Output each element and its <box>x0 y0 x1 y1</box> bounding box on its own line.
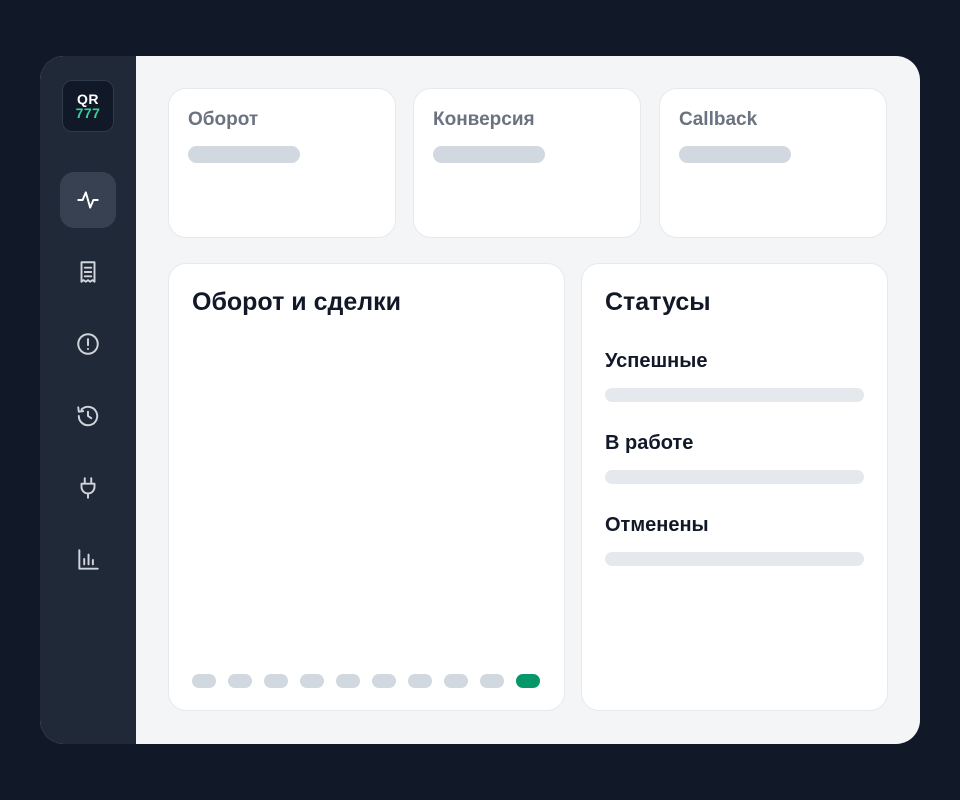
status-label-cancelled: Отменены <box>605 514 709 536</box>
pager-dot[interactable] <box>444 674 468 688</box>
sidebar-item-history[interactable] <box>60 388 116 444</box>
sidebar-item-alerts[interactable] <box>60 316 116 372</box>
sidebar: QR 777 <box>40 56 136 744</box>
chart-pager <box>192 674 540 688</box>
status-label-success: Успешные <box>605 350 708 372</box>
pager-dot[interactable] <box>336 674 360 688</box>
sidebar-item-integrations[interactable] <box>60 460 116 516</box>
sidebar-item-activity[interactable] <box>60 172 116 228</box>
turnover-deals-panel: Оборот и сделки <box>168 263 565 711</box>
plug-icon <box>80 477 96 499</box>
pager-dot[interactable] <box>192 674 216 688</box>
app-logo[interactable]: QR 777 <box>62 80 114 132</box>
pager-dot[interactable] <box>228 674 252 688</box>
sidebar-item-receipts[interactable] <box>60 244 116 300</box>
receipt-icon <box>80 261 96 283</box>
stat-card-callback: Callback <box>659 88 887 238</box>
app-window: QR 777 Оборот Конверсия Callback Оборот … <box>40 56 920 744</box>
pager-dot[interactable] <box>372 674 396 688</box>
pager-dot[interactable] <box>300 674 324 688</box>
logo-text-bottom: 777 <box>75 105 101 121</box>
pager-dot-active[interactable] <box>516 674 540 688</box>
alert-circle-icon <box>77 333 99 355</box>
dashboard-main: Оборот Конверсия Callback Оборот и сделк… <box>136 56 920 744</box>
stat-value-placeholder <box>679 146 791 163</box>
status-label-in-progress: В работе <box>605 432 694 454</box>
stat-value-placeholder <box>433 146 545 163</box>
activity-icon <box>77 191 99 209</box>
sidebar-nav <box>60 172 116 588</box>
stat-card-conversion: Конверсия <box>413 88 641 238</box>
stat-title-callback: Callback <box>679 109 758 130</box>
bar-chart-icon <box>78 549 99 570</box>
status-bar-success <box>605 388 864 402</box>
history-icon <box>77 405 99 427</box>
logo-text-top: QR <box>77 91 99 107</box>
pager-dot[interactable] <box>408 674 432 688</box>
stat-title-turnover: Оборот <box>188 109 259 130</box>
panel-title: Статусы <box>605 288 711 316</box>
stat-card-turnover: Оборот <box>168 88 396 238</box>
stat-title-conversion: Конверсия <box>433 109 535 130</box>
pager-dot[interactable] <box>264 674 288 688</box>
panel-title: Оборот и сделки <box>192 288 402 316</box>
pager-dot[interactable] <box>480 674 504 688</box>
stat-value-placeholder <box>188 146 300 163</box>
status-bar-in-progress <box>605 470 864 484</box>
status-bar-cancelled <box>605 552 864 566</box>
statuses-panel: Статусы Успешные В работе Отменены <box>581 263 888 711</box>
sidebar-item-reports[interactable] <box>60 532 116 588</box>
